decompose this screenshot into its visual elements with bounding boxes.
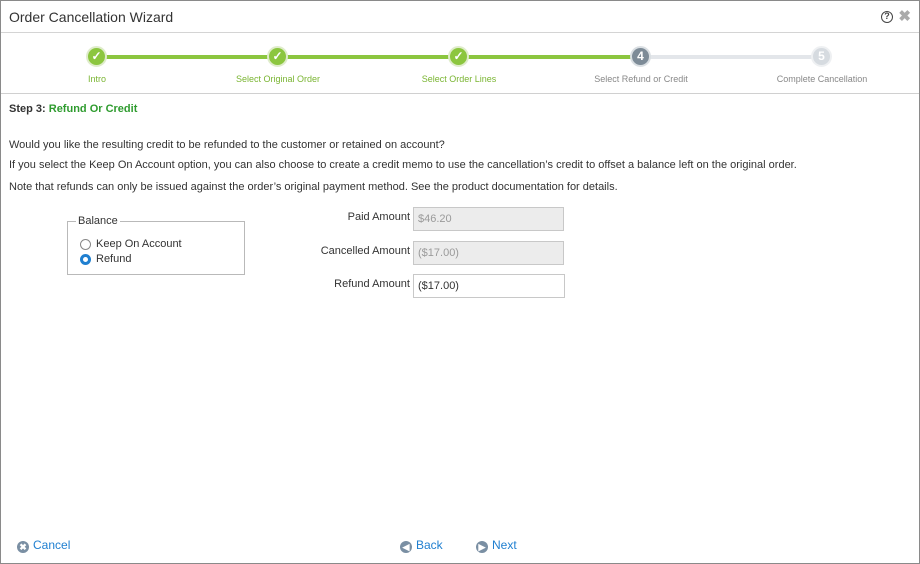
wizard-stepper: ✓ ✓ ✓ 4 5 Intro Select Original Order Se…	[1, 34, 919, 94]
cancelled-amount-field: ($17.00)	[413, 241, 564, 265]
step-4-number: 4	[630, 46, 651, 67]
step-heading: Step 3: Refund Or Credit	[9, 103, 137, 115]
balance-legend: Balance	[76, 215, 120, 227]
refund-amount-label: Refund Amount	[334, 278, 410, 290]
step-label-complete-cancellation: Complete Cancellation	[776, 74, 868, 84]
help-icon[interactable]: ?	[881, 11, 893, 23]
info-line-1: Would you like the resulting credit to b…	[9, 139, 445, 151]
radio-refund-label[interactable]: Refund	[96, 253, 131, 265]
back-button-label[interactable]: Back	[416, 538, 443, 552]
info-line-3: Note that refunds can only be issued aga…	[9, 181, 618, 193]
progress-track-remaining	[641, 55, 823, 59]
step-1-check-icon: ✓	[86, 46, 107, 67]
radio-keep-on-account-button[interactable]	[80, 239, 91, 250]
step-label-select-order-lines: Select Order Lines	[421, 74, 497, 84]
next-arrow-icon: ▶	[476, 541, 488, 553]
window-title: Order Cancellation Wizard	[9, 9, 174, 25]
paid-amount-field: $46.20	[413, 207, 564, 231]
refund-amount-field[interactable]: ($17.00)	[413, 274, 565, 298]
cancel-button[interactable]: ✖ Cancel	[17, 538, 70, 553]
title-bar: Order Cancellation Wizard ? ✖	[1, 1, 919, 33]
cancelled-amount-label: Cancelled Amount	[320, 245, 410, 257]
back-arrow-icon: ◀	[400, 541, 412, 553]
radio-keep-on-account-label[interactable]: Keep On Account	[96, 238, 182, 250]
step-3-check-icon: ✓	[448, 46, 469, 67]
paid-amount-label: Paid Amount	[347, 211, 410, 223]
cancel-button-label[interactable]: Cancel	[33, 538, 70, 552]
step-2-check-icon: ✓	[267, 46, 288, 67]
step-label-select-original-order: Select Original Order	[235, 74, 321, 84]
back-button[interactable]: ◀ Back	[400, 538, 443, 553]
step-label-select-refund-or-credit: Select Refund or Credit	[594, 74, 688, 84]
wizard-window: Order Cancellation Wizard ? ✖ ✓ ✓ ✓ 4 5 …	[0, 0, 920, 564]
step-label-intro: Intro	[87, 74, 106, 84]
balance-group: Balance Keep On Account Refund	[67, 215, 245, 275]
step-5-number: 5	[811, 46, 832, 67]
cancel-circle-icon: ✖	[17, 541, 29, 553]
step-heading-title: Refund Or Credit	[48, 103, 138, 115]
step-heading-prefix: Step 3:	[9, 103, 46, 115]
radio-refund-button[interactable]	[80, 254, 91, 265]
info-line-2: If you select the Keep On Account option…	[9, 159, 797, 171]
next-button[interactable]: ▶ Next	[476, 538, 517, 553]
close-icon[interactable]: ✖	[898, 9, 911, 24]
next-button-label[interactable]: Next	[492, 538, 517, 552]
progress-track-done	[97, 55, 641, 59]
